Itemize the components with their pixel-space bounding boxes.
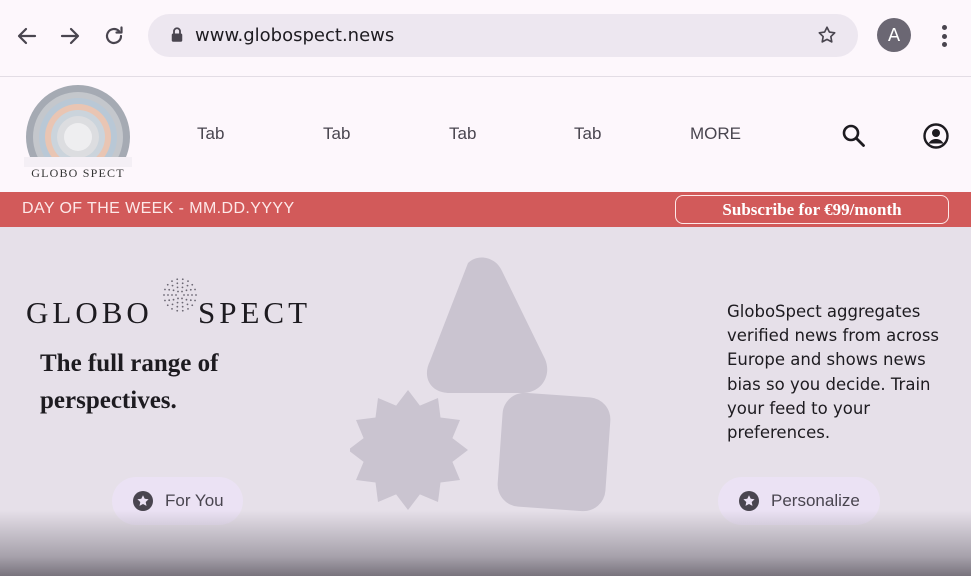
nav-tab-1[interactable]: Tab [197, 124, 224, 144]
dot [181, 282, 184, 285]
dot [181, 309, 184, 312]
dot [164, 288, 166, 291]
nav-tab-3[interactable]: Tab [449, 124, 476, 144]
dot [181, 286, 184, 289]
logo-rainbow-icon [24, 85, 132, 167]
lock-icon [171, 27, 183, 42]
dot [171, 284, 174, 287]
nav-tab-4[interactable]: Tab [574, 124, 601, 144]
dot [163, 294, 165, 296]
dot [181, 297, 183, 300]
dot [171, 294, 173, 296]
dot [185, 289, 188, 292]
date-text: DAY OF THE WEEK - MM.DD.YYYY [22, 200, 295, 217]
dot [172, 298, 175, 301]
wordmark-spect: SPECT [198, 295, 312, 330]
profile-avatar[interactable]: A [877, 18, 911, 52]
wordmark-globo: GLOBO [26, 295, 153, 330]
dot [194, 288, 196, 291]
site-header: GLOBO SPECT Tab Tab Tab Tab MORE [0, 78, 971, 192]
dot [181, 301, 184, 304]
dot [195, 294, 197, 296]
dot [187, 280, 189, 283]
dot [181, 290, 183, 293]
search-icon[interactable] [840, 122, 868, 150]
forward-button[interactable] [55, 21, 85, 51]
reload-button[interactable] [99, 21, 129, 51]
dot [175, 294, 177, 296]
dot [176, 282, 179, 285]
dot [176, 301, 179, 304]
dot [166, 283, 169, 286]
subscribe-button[interactable]: Subscribe for €99/month [675, 195, 949, 224]
back-button[interactable] [12, 21, 42, 51]
address-bar[interactable]: www.globospect.news [148, 14, 858, 57]
dot [191, 283, 194, 286]
dot [172, 289, 175, 292]
dot [177, 290, 179, 293]
dot [941, 25, 947, 30]
nav-tab-2[interactable]: Tab [323, 124, 350, 144]
hero-tagline: The full range of perspectives. [40, 350, 219, 414]
hero-section: GLOBO SPECT The full range of perspectiv… [0, 227, 971, 576]
dot [176, 309, 179, 312]
dot [183, 294, 185, 296]
dot [164, 299, 166, 302]
triangle-shape [426, 257, 548, 393]
dot [181, 305, 184, 308]
url-text: www.globospect.news [195, 25, 395, 46]
dot [176, 278, 179, 281]
dotted-circle-icon [163, 278, 197, 312]
hero-description: GloboSpect aggregates verified news from… [727, 302, 940, 443]
logo-text: GLOBO SPECT [31, 166, 125, 180]
dot [177, 297, 179, 300]
reload-icon [105, 26, 123, 45]
nav-more[interactable]: MORE [690, 124, 741, 144]
dot [187, 307, 189, 310]
star-circle-icon [133, 491, 153, 511]
for-you-label: For You [165, 491, 224, 510]
dot [168, 299, 171, 302]
dot [168, 288, 171, 291]
personalize-label: Personalize [771, 491, 860, 510]
dot [171, 303, 174, 306]
dot [181, 278, 184, 281]
bookmark-star-icon[interactable] [816, 24, 838, 46]
dot [941, 33, 947, 39]
dot [941, 42, 947, 47]
dot [189, 288, 192, 291]
dot [187, 294, 189, 296]
date-banner: DAY OF THE WEEK - MM.DD.YYYY Subscribe f… [0, 192, 971, 227]
dot [191, 304, 194, 307]
dot [167, 294, 169, 296]
arrow-right-icon [60, 27, 80, 45]
dot [186, 284, 189, 287]
browser-menu-button[interactable] [933, 22, 955, 50]
starburst-shape [350, 390, 468, 510]
personalize-button[interactable]: Personalize [718, 477, 880, 525]
dot [185, 298, 188, 301]
square-shape [497, 392, 611, 512]
dot [186, 303, 189, 306]
dot [191, 294, 193, 296]
dot [194, 299, 196, 302]
decorative-shapes [350, 257, 611, 512]
star-circle-icon [739, 491, 759, 511]
account-icon[interactable] [922, 122, 950, 150]
dot [176, 286, 179, 289]
for-you-button[interactable]: For You [112, 477, 243, 525]
dot [171, 280, 173, 283]
arrow-left-icon [17, 27, 37, 45]
site-logo[interactable]: GLOBO SPECT [24, 83, 132, 187]
browser-toolbar: www.globospect.news A [0, 0, 971, 77]
dot [176, 305, 179, 308]
dot [171, 307, 173, 310]
dot [189, 299, 192, 302]
dot [166, 304, 169, 307]
